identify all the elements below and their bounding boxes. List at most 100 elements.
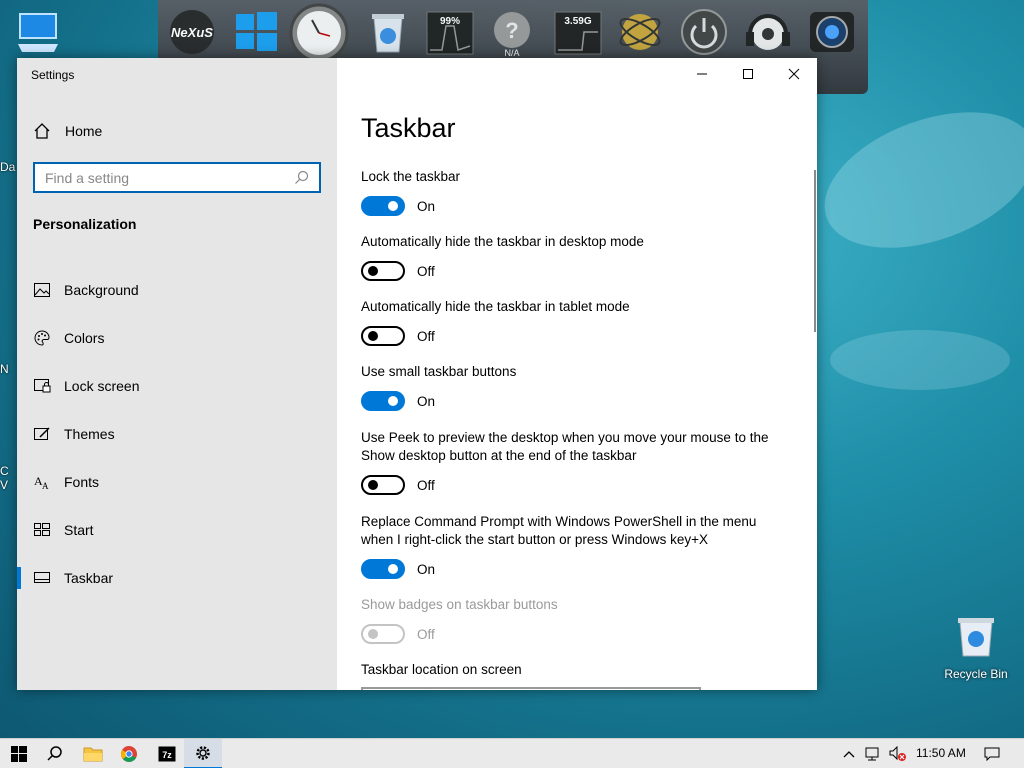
close-button[interactable] [771,58,817,90]
svg-text:A: A [42,481,49,490]
setting-lock-taskbar: Lock the taskbar On [361,168,791,233]
desktop-wave [806,85,1024,275]
section-title: Personalization [33,216,137,232]
setting-powershell: Replace Command Prompt with Windows Powe… [361,513,791,596]
desktop-edge-label: N [0,362,9,376]
help-icon[interactable]: ? N/A [486,6,538,58]
themes-icon [33,425,51,443]
desktop-edge-label: Da [0,160,16,174]
camera-icon[interactable] [806,6,858,58]
setting-label: Use Peek to preview the desktop when you… [361,430,769,463]
window-title: Settings [31,68,75,82]
sidebar-item-background[interactable]: Background [17,266,337,314]
desktop-wave [830,330,1010,390]
palette-icon [33,329,51,347]
setting-label: Use small taskbar buttons [361,364,517,379]
power-icon[interactable] [678,6,730,58]
sidebar-item-lock-screen[interactable]: Lock screen [17,362,337,410]
sidebar-item-label: Taskbar [64,570,114,586]
scrollbar[interactable] [814,170,816,332]
taskbar: 7z 11:50 AM [0,738,1024,768]
search-button[interactable] [36,739,74,768]
show-hidden-icons-button[interactable] [832,739,866,768]
music-icon[interactable] [742,6,794,58]
search-icon[interactable] [293,169,311,187]
settings-sidebar: Settings Home Personalization Background [17,58,337,690]
settings-content: Taskbar Lock the taskbar On Automaticall… [337,58,817,690]
toggle-state: Off [417,477,435,493]
sidebar-item-start[interactable]: Start [17,506,337,554]
page-title: Taskbar [361,113,456,143]
seven-zip-button[interactable]: 7z [148,739,186,768]
sidebar-item-label: Fonts [64,474,100,490]
file-explorer-button[interactable] [74,739,112,768]
setting-label: Automatically hide the taskbar in deskto… [361,234,644,249]
nexus-logo-text: NeXuS [171,25,213,40]
sidebar-item-fonts[interactable]: AA Fonts [17,458,337,506]
settings-list: Lock the taskbar On Automatically hide t… [361,168,791,690]
sidebar-item-taskbar[interactable]: Taskbar [17,554,337,602]
search-box[interactable] [33,162,321,193]
caption-buttons [679,58,817,90]
small-buttons-toggle[interactable]: On [361,390,791,412]
toggle-switch[interactable] [361,261,405,281]
lock-taskbar-toggle[interactable]: On [361,195,791,217]
maximize-icon [743,69,753,79]
this-pc-desktop-icon[interactable] [14,10,62,54]
nexus-logo-icon[interactable]: NeXuS [166,6,218,58]
setting-peek: Use Peek to preview the desktop when you… [361,429,791,513]
maximize-button[interactable] [725,58,771,90]
settings-taskbar-button[interactable] [184,739,222,768]
home-link[interactable]: Home [33,120,102,142]
setting-label: Lock the taskbar [361,169,461,184]
help-status-text: N/A [504,48,519,58]
powershell-toggle[interactable]: On [361,558,791,580]
sidebar-item-themes[interactable]: Themes [17,410,337,458]
cpu-meter-icon[interactable]: 99% [424,6,476,58]
desktop-edge-label: V [0,478,9,492]
clock-icon[interactable] [288,2,350,64]
fonts-icon: AA [33,473,51,491]
badges-toggle: Off [361,623,791,645]
sidebar-item-label: Background [64,282,139,298]
autohide-tablet-toggle[interactable]: Off [361,325,791,347]
network-globe-icon[interactable] [614,6,666,58]
peek-toggle[interactable]: Off [361,474,791,496]
start-button[interactable] [0,739,38,768]
toggle-switch[interactable] [361,326,405,346]
autohide-desktop-toggle[interactable]: Off [361,260,791,282]
toggle-state: Off [417,328,435,344]
search-input[interactable] [35,164,293,191]
sidebar-item-label: Themes [64,426,115,442]
sidebar-nav: Background Colors Lock screen Themes A A… [17,266,337,602]
toggle-switch [361,624,405,644]
sidebar-item-colors[interactable]: Colors [17,314,337,362]
network-tray-button[interactable] [862,739,886,768]
memory-meter-icon[interactable]: 3.59G [552,6,604,58]
svg-text:?: ? [505,18,518,43]
minimize-button[interactable] [679,58,725,90]
clock-time[interactable]: 11:50 AM [916,746,966,760]
windows-start-icon [11,746,27,762]
taskbar-location-dropdown[interactable] [361,687,701,690]
windows-logo-icon[interactable] [230,6,282,58]
chrome-button[interactable] [110,739,148,768]
memory-text: 3.59G [564,16,591,27]
recycle-bin-desktop-icon[interactable]: Recycle Bin [940,614,1012,681]
sidebar-item-label: Colors [64,330,105,346]
toggle-state: On [417,393,436,409]
lock-screen-icon [33,377,51,395]
sidebar-item-label: Lock screen [64,378,140,394]
home-label: Home [65,123,103,139]
toggle-switch[interactable] [361,559,405,579]
recycle-bin-icon[interactable] [362,6,414,58]
toggle-state: Off [417,626,435,642]
toggle-switch[interactable] [361,391,405,411]
toggle-switch[interactable] [361,475,405,495]
toggle-state: On [417,561,436,577]
volume-tray-button[interactable] [886,739,910,768]
setting-badges: Show badges on taskbar buttons Off [361,596,791,661]
toggle-switch[interactable] [361,196,405,216]
action-center-button[interactable] [974,739,1010,768]
setting-location: Taskbar location on screen [361,661,791,690]
